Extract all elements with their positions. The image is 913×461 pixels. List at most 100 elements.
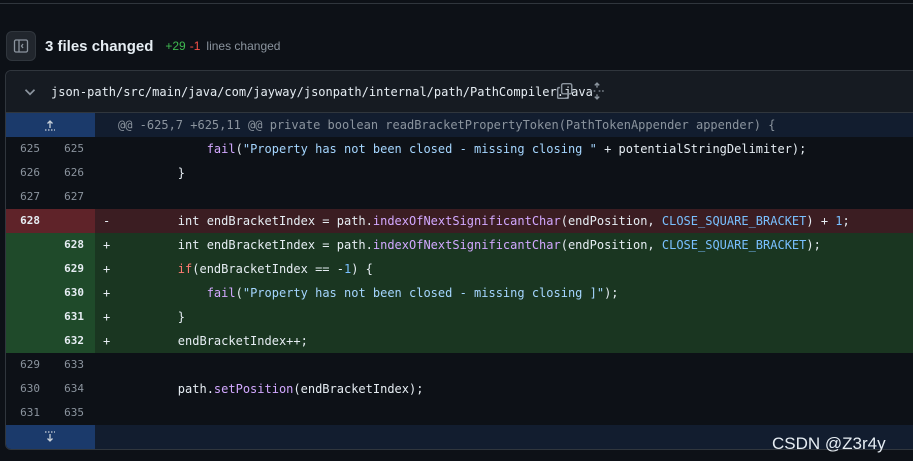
old-line-number[interactable] bbox=[6, 281, 40, 305]
new-line-number[interactable]: 627 bbox=[50, 185, 84, 209]
code-token: int endBracketIndex = path. bbox=[120, 214, 373, 228]
unfold-icon[interactable] bbox=[588, 82, 606, 100]
added-line: 630 + fail("Property has not been closed … bbox=[6, 281, 913, 305]
code-token: ) + bbox=[806, 214, 836, 228]
expand-down-icon bbox=[45, 431, 55, 442]
additions-count: +29 bbox=[165, 39, 186, 53]
code-token: endBracketIndex++; bbox=[120, 334, 308, 348]
added-line: 631 + } bbox=[6, 305, 913, 329]
old-line-number[interactable]: 629 bbox=[6, 353, 40, 377]
code-token: + potentialStringDelimiter); bbox=[596, 142, 807, 156]
new-line-number[interactable] bbox=[50, 209, 84, 233]
added-line: 629 + if(endBracketIndex == -1) { bbox=[6, 257, 913, 281]
code-line: fail("Property has not been closed - mis… bbox=[120, 281, 619, 305]
code-token: } bbox=[120, 310, 186, 324]
code-token: ( bbox=[235, 286, 243, 300]
code-token: indexOfNextSignificantChar bbox=[372, 214, 561, 228]
code-token: path. bbox=[120, 382, 214, 396]
code-token: } bbox=[120, 166, 186, 180]
code-token: ); bbox=[604, 286, 619, 300]
code-token: ) { bbox=[351, 262, 373, 276]
code-token: setPosition bbox=[213, 382, 294, 396]
code-line: int endBracketIndex = path.indexOfNextSi… bbox=[120, 209, 850, 233]
context-line: 626 626 } bbox=[6, 161, 913, 185]
old-line-number[interactable]: 626 bbox=[6, 161, 40, 185]
expand-up-icon bbox=[45, 120, 55, 131]
diff-marker: + bbox=[103, 262, 111, 276]
diff-marker: + bbox=[103, 286, 111, 300]
context-line: 631 635 bbox=[6, 401, 913, 425]
code-token: fail bbox=[206, 286, 236, 300]
old-line-number[interactable]: 630 bbox=[6, 377, 40, 401]
code-token: CLOSE_SQUARE_BRACKET bbox=[661, 238, 807, 252]
added-line: 628 + int endBracketIndex = path.indexOfN… bbox=[6, 233, 913, 257]
diff-marker: - bbox=[103, 214, 111, 228]
file-path[interactable]: json-path/src/main/java/com/jayway/jsonp… bbox=[51, 85, 593, 99]
expand-down-button[interactable] bbox=[6, 425, 95, 449]
code-token: (endBracketIndex); bbox=[293, 382, 424, 396]
old-line-number[interactable]: 627 bbox=[6, 185, 40, 209]
code-token: "Property has not been closed - missing … bbox=[242, 142, 597, 156]
code-line: path.setPosition(endBracketIndex); bbox=[120, 377, 424, 401]
deleted-line: 628 - int endBracketIndex = path.indexOfN… bbox=[6, 209, 913, 233]
diff-marker: + bbox=[103, 334, 111, 348]
expand-up-button[interactable] bbox=[6, 113, 95, 137]
deletions-count: -1 bbox=[189, 39, 201, 53]
diff-marker: + bbox=[103, 238, 111, 252]
lines-changed-label: lines changed bbox=[206, 39, 281, 53]
new-line-number[interactable]: 631 bbox=[50, 305, 84, 329]
new-line-number[interactable]: 633 bbox=[50, 353, 84, 377]
chevron-down-icon[interactable] bbox=[21, 83, 39, 101]
code-line: int endBracketIndex = path.indexOfNextSi… bbox=[120, 233, 821, 257]
old-line-number[interactable] bbox=[6, 257, 40, 281]
old-line-number[interactable]: 628 bbox=[6, 209, 40, 233]
diff-lines: 625 625 fail("Property has not been close… bbox=[6, 137, 913, 425]
code-token: (endPosition, bbox=[560, 214, 662, 228]
code-line: if(endBracketIndex == -1) { bbox=[120, 257, 373, 281]
code-token: (endBracketIndex == - bbox=[192, 262, 344, 276]
toggle-file-tree-button[interactable] bbox=[6, 31, 36, 61]
code-token: ; bbox=[842, 214, 850, 228]
new-line-number[interactable]: 625 bbox=[50, 137, 84, 161]
diff-table: @@ -625,7 +625,11 @@ private boolean rea… bbox=[6, 113, 913, 449]
added-line: 632 + endBracketIndex++; bbox=[6, 329, 913, 353]
file-diff: json-path/src/main/java/com/jayway/jsonp… bbox=[5, 70, 913, 450]
code-line: } bbox=[120, 161, 185, 185]
new-line-number[interactable]: 630 bbox=[50, 281, 84, 305]
code-token: if bbox=[177, 262, 193, 276]
code-line: fail("Property has not been closed - mis… bbox=[120, 137, 807, 161]
new-line-number[interactable]: 629 bbox=[50, 257, 84, 281]
code-token: ( bbox=[235, 142, 243, 156]
old-line-number[interactable] bbox=[6, 329, 40, 353]
hunk-header-row: @@ -625,7 +625,11 @@ private boolean rea… bbox=[6, 113, 913, 137]
context-line: 625 625 fail("Property has not been close… bbox=[6, 137, 913, 161]
top-divider bbox=[0, 0, 913, 4]
diff-marker: + bbox=[103, 310, 111, 324]
sidebar-toggle-icon bbox=[13, 39, 29, 53]
code-token: "Property has not been closed - missing … bbox=[242, 286, 605, 300]
old-line-number[interactable]: 625 bbox=[6, 137, 40, 161]
watermark: CSDN @Z3r4y bbox=[772, 434, 886, 453]
new-line-number[interactable]: 632 bbox=[50, 329, 84, 353]
old-line-number[interactable] bbox=[6, 305, 40, 329]
new-line-number[interactable]: 628 bbox=[50, 233, 84, 257]
files-changed-link[interactable]: 3 files changed bbox=[45, 38, 153, 55]
context-line: 627 627 bbox=[6, 185, 913, 209]
file-header: json-path/src/main/java/com/jayway/jsonp… bbox=[6, 71, 913, 113]
code-token: CLOSE_SQUARE_BRACKET bbox=[661, 214, 807, 228]
new-line-number[interactable]: 626 bbox=[50, 161, 84, 185]
context-line: 629 633 bbox=[6, 353, 913, 377]
code-token: int endBracketIndex = path. bbox=[120, 238, 373, 252]
code-line: endBracketIndex++; bbox=[120, 329, 308, 353]
new-line-number[interactable]: 635 bbox=[50, 401, 84, 425]
code-token: indexOfNextSignificantChar bbox=[372, 238, 561, 252]
old-line-number[interactable] bbox=[6, 233, 40, 257]
copy-icon[interactable] bbox=[556, 82, 574, 100]
new-line-number[interactable]: 634 bbox=[50, 377, 84, 401]
code-token: fail bbox=[206, 142, 236, 156]
old-line-number[interactable]: 631 bbox=[6, 401, 40, 425]
code-token: (endPosition, bbox=[560, 238, 662, 252]
